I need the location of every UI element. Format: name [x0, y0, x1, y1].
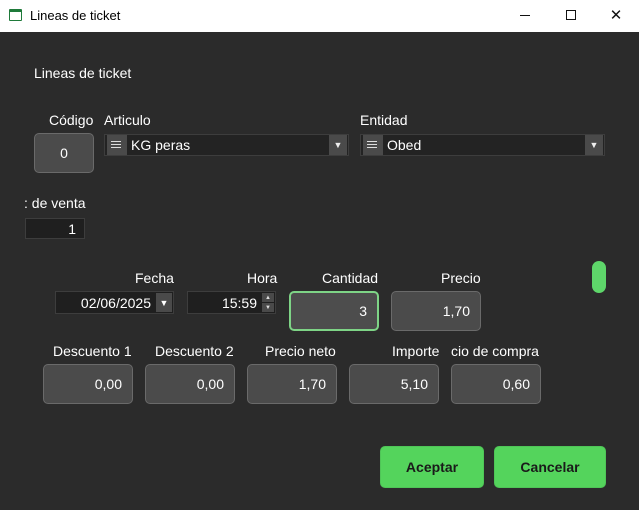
spin-down-icon[interactable]: ▼	[262, 303, 274, 312]
cantidad-label: Cantidad	[322, 270, 379, 286]
precio-neto-field[interactable]: 1,70	[247, 364, 337, 404]
entidad-combobox[interactable]: Obed ▼	[360, 134, 605, 156]
title-bar: Lineas de ticket ✕	[0, 0, 639, 32]
list-icon[interactable]	[363, 135, 383, 155]
fecha-picker[interactable]: 02/06/2025 ▼	[55, 291, 174, 314]
descuento2-field[interactable]: 0,00	[145, 364, 235, 404]
descuento1-field[interactable]: 0,00	[43, 364, 133, 404]
cantidad-field[interactable]: 3	[289, 291, 379, 331]
accept-button[interactable]: Aceptar	[380, 446, 484, 488]
precio-field[interactable]: 1,70	[391, 291, 481, 331]
section-title: Lineas de ticket	[34, 65, 132, 81]
articulo-label: Articulo	[104, 112, 151, 128]
window-title: Lineas de ticket	[30, 8, 121, 23]
entidad-value: Obed	[387, 137, 422, 153]
precio-compra-field[interactable]: 0,60	[451, 364, 541, 404]
chevron-down-icon[interactable]: ▼	[156, 293, 172, 312]
maximize-icon	[566, 10, 576, 20]
tarifa-label: : de venta	[24, 195, 86, 211]
close-icon: ✕	[609, 7, 623, 24]
articulo-value: KG peras	[131, 137, 191, 153]
close-button[interactable]: ✕	[593, 0, 639, 30]
chevron-down-icon[interactable]: ▼	[585, 135, 603, 155]
hora-label: Hora	[247, 270, 278, 286]
codigo-label: Código	[49, 112, 94, 128]
tarifa-field[interactable]: 1	[25, 218, 85, 239]
scrollbar-thumb[interactable]	[592, 261, 606, 293]
articulo-combobox[interactable]: KG peras ▼	[104, 134, 349, 156]
chevron-down-icon[interactable]: ▼	[329, 135, 347, 155]
importe-field[interactable]: 5,10	[349, 364, 439, 404]
descuento2-label: Descuento 2	[155, 343, 234, 359]
descuento1-label: Descuento 1	[53, 343, 132, 359]
entidad-label: Entidad	[360, 112, 408, 128]
spin-up-icon[interactable]: ▲	[262, 293, 274, 302]
precio-compra-label: cio de compra	[451, 343, 539, 359]
hora-spinner[interactable]: 15:59 ▲ ▼	[187, 291, 276, 314]
hora-value: 15:59	[221, 294, 257, 311]
maximize-button[interactable]	[548, 0, 594, 30]
codigo-field[interactable]: 0	[34, 133, 94, 173]
minimize-button[interactable]	[502, 0, 548, 30]
precio-neto-label: Precio neto	[265, 343, 336, 359]
list-icon[interactable]	[107, 135, 127, 155]
window-icon	[9, 9, 22, 21]
cancel-button[interactable]: Cancelar	[494, 446, 606, 488]
importe-label: Importe	[392, 343, 440, 359]
precio-label: Precio	[441, 270, 481, 286]
fecha-label: Fecha	[135, 270, 174, 286]
spinner-arrows[interactable]: ▲ ▼	[262, 293, 274, 312]
fecha-value: 02/06/2025	[80, 294, 151, 311]
minimize-icon	[520, 14, 530, 16]
